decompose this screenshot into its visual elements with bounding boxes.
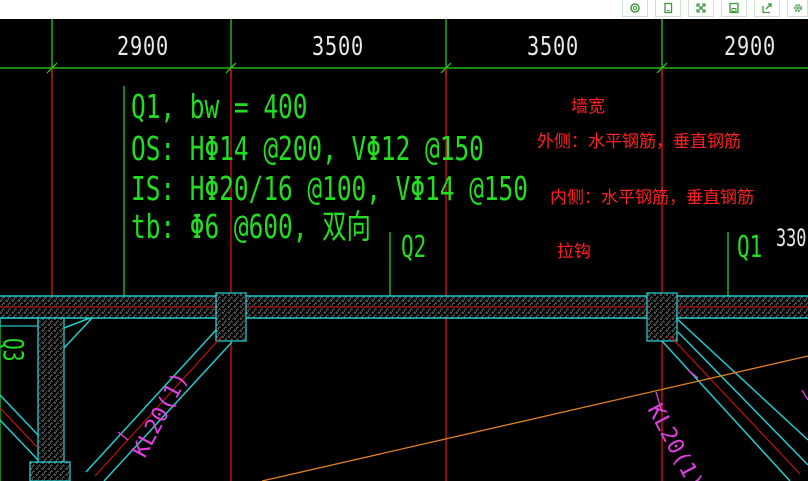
dimension-label-3: 3500: [527, 32, 579, 62]
expand-button[interactable]: [688, 0, 714, 17]
cad-viewport[interactable]: { "toolbar": { "buttons": [ {"icon": "se…: [0, 0, 808, 481]
diagonal-line: [261, 355, 808, 481]
search-icon: [630, 3, 640, 13]
share-icon: [762, 3, 772, 14]
annotation-inner-side: 内侧：水平钢筋，垂直钢筋: [550, 188, 754, 208]
wall-tag-q2: Q2: [401, 230, 427, 265]
viewer-toolbar: [0, 0, 808, 19]
beam-tag-leaders: [117, 369, 808, 441]
settings-icon: [793, 4, 802, 12]
annotation-outer-side: 外侧：水平钢筋，垂直钢筋: [537, 132, 741, 152]
partial-dimension-label: 330: [776, 224, 807, 252]
wall-spec-line-3: IS: HΦ20/16 @100, VΦ14 @150: [131, 169, 528, 208]
wall-spec-line-2: OS: HΦ14 @200, VΦ12 @150: [131, 129, 484, 168]
wall-spec-line-1: Q1, bw = 400: [131, 87, 308, 126]
dimension-label-4: 2900: [724, 32, 776, 62]
left-wall: [37, 317, 65, 481]
dimension-label-2: 3500: [312, 32, 364, 62]
annotation-tie-bar: 拉钩: [557, 242, 591, 262]
search-button[interactable]: [622, 0, 648, 17]
column-2: [646, 292, 678, 342]
dimension-label-1: 2900: [117, 32, 169, 62]
expand-icon: [696, 3, 706, 13]
annotation-wall-width: 墙宽: [571, 97, 605, 117]
copy-button[interactable]: [655, 0, 681, 17]
copy-icon: [664, 2, 673, 14]
wall-tag-q1: Q1: [737, 230, 763, 265]
share-button[interactable]: [754, 0, 780, 17]
wall-spec-line-4: tb: Φ6 @600, 双向: [131, 207, 371, 246]
wall-tag-left-partial: Q3: [0, 338, 30, 362]
save-icon: [729, 2, 739, 14]
column-1: [215, 292, 247, 342]
save-button[interactable]: [721, 0, 747, 17]
settings-button[interactable]: [787, 0, 808, 17]
